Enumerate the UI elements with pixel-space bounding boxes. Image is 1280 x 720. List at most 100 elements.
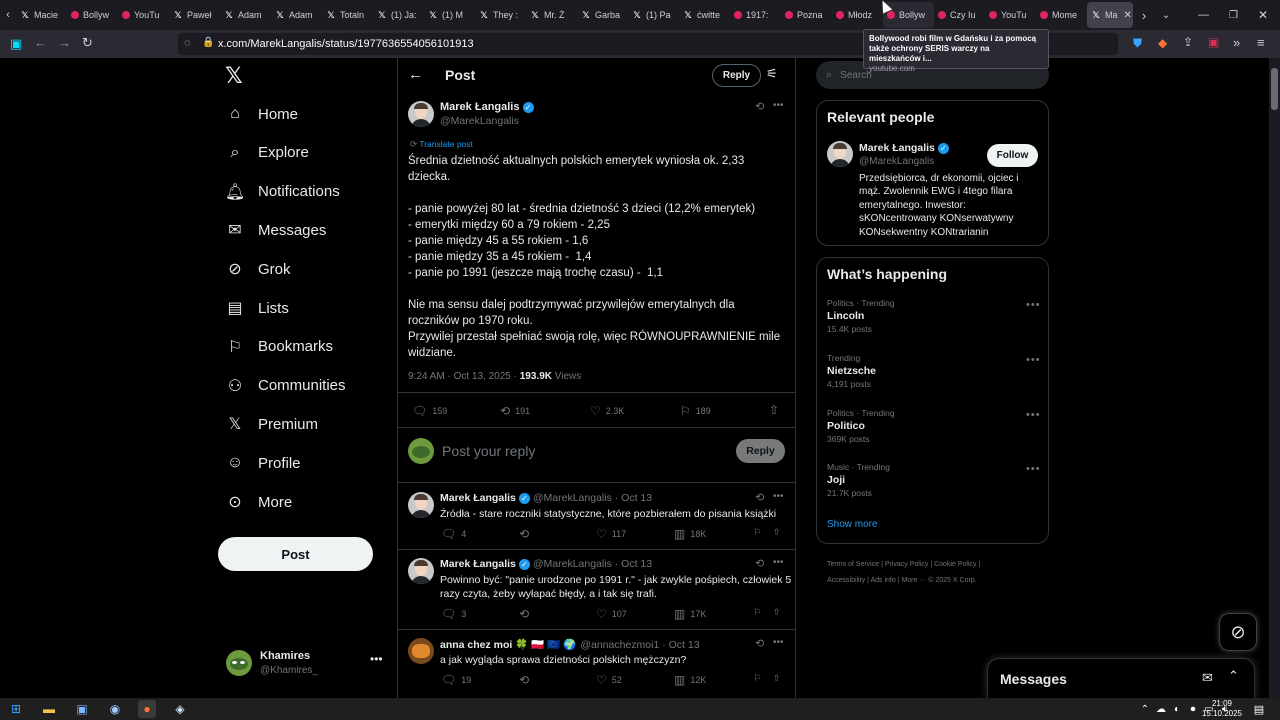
browser-tab[interactable]: 𝕏ćwitte (679, 2, 730, 28)
browser-tab[interactable]: YouTu (118, 2, 169, 28)
taskbar-app-icon[interactable]: ▣ (73, 700, 91, 718)
reply-share-icon[interactable]: ⇧ (773, 527, 781, 538)
window-close-button[interactable]: ✕ (1258, 8, 1268, 22)
reply-repost-action[interactable]: ⟲ (519, 673, 534, 687)
tab-scroll-right-button[interactable]: › (1133, 8, 1155, 23)
browser-tab[interactable]: Mome (1036, 2, 1087, 28)
taskbar-clock[interactable]: 21:09 15.10.2025 (1200, 699, 1244, 719)
extensions-icon[interactable]: ⇪ (1183, 35, 1193, 49)
reload-icon[interactable]: ↻ (82, 35, 93, 51)
reply-avatar[interactable] (408, 558, 434, 584)
tab-close-icon[interactable]: ✕ (1124, 10, 1132, 21)
reply-grok-icon[interactable]: ⟲ (755, 557, 764, 570)
browser-tab[interactable]: 𝕏 Mr. Ż (526, 2, 577, 28)
browser-tab[interactable]: 𝕏 Garba (577, 2, 628, 28)
relevant-person-name-row[interactable]: Marek Łangalis ✓ (859, 142, 949, 154)
reply-bookmark-icon[interactable]: ⚐ (753, 527, 761, 538)
browser-tab[interactable]: 𝕏 They : (475, 2, 526, 28)
notifications-icon[interactable]: ▤ (1250, 700, 1268, 718)
sidebar-toggle-icon[interactable]: ▣ (10, 36, 22, 52)
minimize-button[interactable]: — (1198, 9, 1209, 21)
overflow-icon[interactable]: » (1233, 35, 1240, 50)
x-logo-icon[interactable]: 𝕏 (225, 63, 243, 89)
reply-like-action[interactable]: ♡ 52 (596, 673, 622, 687)
reply-more-icon[interactable]: ••• (773, 491, 784, 502)
trend-item[interactable]: Music · Trending Joji 21.7K posts (827, 462, 890, 498)
tracking-shield-icon[interactable]: ◌ (184, 37, 191, 49)
menu-icon[interactable]: ≡ (1257, 35, 1265, 50)
extension-badge-icon[interactable]: ▣ (1208, 35, 1219, 49)
reply-avatar[interactable] (408, 492, 434, 518)
reply-reply-action[interactable]: 🗨︎ 3 (441, 607, 466, 621)
trend-item[interactable]: Politics · Trending Politico 369K posts (827, 408, 895, 444)
browser-tab[interactable]: 𝕏 (1) Ja: (373, 2, 424, 28)
nav-item-lists[interactable]: ▤ Lists (226, 299, 288, 318)
reply-item[interactable]: Marek Łangalis ✓ @MarekLangalis · Oct 13 ⟲ •… (398, 550, 795, 621)
scrollbar-thumb[interactable] (1271, 68, 1278, 110)
post-timestamp[interactable]: 9:24 AM · Oct 13, 2025 · 193.9K Views (408, 371, 581, 382)
reply-more-icon[interactable]: ••• (773, 557, 784, 568)
reply-author[interactable]: anna chez moi 🍀 🇵🇱 🇪🇺 🌍 (440, 639, 576, 651)
reply-item[interactable]: Marek Łangalis ✓ @MarekLangalis · Oct 13 ⟲ •… (398, 484, 795, 550)
post-more-icon[interactable]: ••• (773, 100, 784, 111)
browser-tab[interactable]: Bollyw (67, 2, 118, 28)
like-action[interactable]: ♡ 2.3K (590, 404, 624, 418)
reply-more-icon[interactable]: ••• (773, 637, 784, 648)
browser-tab[interactable]: Młodz (832, 2, 883, 28)
follow-button[interactable]: Follow (987, 144, 1038, 167)
filter-sliders-icon[interactable]: ⚟ (766, 66, 778, 82)
reply-item[interactable]: anna chez moi 🍀 🇵🇱 🇪🇺 🌍 @annachezmoi1 · O… (398, 630, 795, 696)
nav-item-home[interactable]: ⌂ Home (226, 105, 298, 123)
nav-item-premium[interactable]: 𝕏 Premium (226, 415, 318, 434)
new-message-icon[interactable]: ✉ (1202, 670, 1213, 686)
composer-reply-button[interactable]: Reply (736, 439, 785, 463)
reply-author[interactable]: Marek Łangalis (440, 558, 516, 570)
browser-tab[interactable]: 𝕏 Adam (271, 2, 322, 28)
maximize-button[interactable]: ❐ (1229, 10, 1238, 21)
reply-views-action[interactable]: ▥ 17K (674, 607, 706, 621)
page-scrollbar[interactable] (1269, 58, 1280, 698)
repost-action[interactable]: ⟲ 191 (500, 404, 530, 418)
trend-item[interactable]: Trending Nietzsche 4,191 posts (827, 353, 876, 389)
reply-action[interactable]: 🗨︎ 159 (412, 404, 447, 418)
reply-reply-action[interactable]: 🗨︎ 19 (441, 673, 471, 687)
reply-like-action[interactable]: ♡ 117 (596, 527, 626, 541)
trend-more-icon[interactable]: ••• (1026, 463, 1041, 475)
browser-tab[interactable]: Czy Iu (934, 2, 985, 28)
browser-tab[interactable]: 𝕏 Macie (16, 2, 67, 28)
nav-item-explore[interactable]: ⌕ Explore (226, 144, 309, 162)
back-arrow-icon[interactable]: ← (408, 66, 423, 83)
trend-more-icon[interactable]: ••• (1026, 409, 1041, 421)
reply-reply-action[interactable]: 🗨︎ 4 (441, 527, 466, 541)
author-name-row[interactable]: Marek Łangalis ✓ (440, 101, 534, 113)
grok-fab-button[interactable]: ⊘ (1219, 613, 1257, 651)
back-icon[interactable]: ← (34, 35, 47, 50)
file-explorer-icon[interactable]: ▬ (40, 700, 58, 718)
nav-item-notifications[interactable]: 🔔︎ Notifications (225, 183, 340, 201)
reply-composer-input[interactable]: Post your reply (442, 443, 722, 459)
reply-views-action[interactable]: ▥ 18K (674, 527, 706, 541)
extension-fox-icon[interactable]: ◆ (1158, 36, 1167, 50)
browser-tab[interactable]: 𝕏 (1) Pa (628, 2, 679, 28)
footer-line-2[interactable]: Accessibility | Ads info | More ··· © 20… (827, 573, 1047, 589)
account-more-icon[interactable]: ••• (370, 652, 383, 666)
nav-item-bookmarks[interactable]: ⚐ Bookmarks (226, 338, 333, 356)
reply-grok-icon[interactable]: ⟲ (755, 491, 764, 504)
nav-item-communities[interactable]: ⚇ Communities (226, 377, 346, 395)
tab-list-button[interactable]: ⌄ (1155, 10, 1177, 21)
steam-icon[interactable]: ◉ (106, 700, 124, 718)
author-avatar[interactable] (408, 101, 434, 127)
trend-more-icon[interactable]: ••• (1026, 299, 1041, 311)
nav-item-messages[interactable]: ✉ Messages (226, 221, 326, 240)
footer-line-1[interactable]: Terms of Service | Privacy Policy | Cook… (827, 557, 1047, 573)
trend-more-icon[interactable]: ••• (1026, 354, 1041, 366)
reply-bookmark-icon[interactable]: ⚐ (753, 673, 761, 684)
browser-tab[interactable]: 𝕏 Paweł (169, 2, 220, 28)
reply-like-action[interactable]: ♡ 107 (596, 607, 627, 621)
nav-item-profile[interactable]: ☺ Profile (226, 454, 301, 472)
browser-tab[interactable]: 𝕏 Totaln (322, 2, 373, 28)
extension-shield-icon[interactable]: ⛊ (1133, 36, 1142, 51)
reply-share-icon[interactable]: ⇧ (773, 673, 781, 684)
reply-views-action[interactable]: ▥ 12K (674, 673, 706, 687)
post-button[interactable]: Post (218, 537, 373, 571)
